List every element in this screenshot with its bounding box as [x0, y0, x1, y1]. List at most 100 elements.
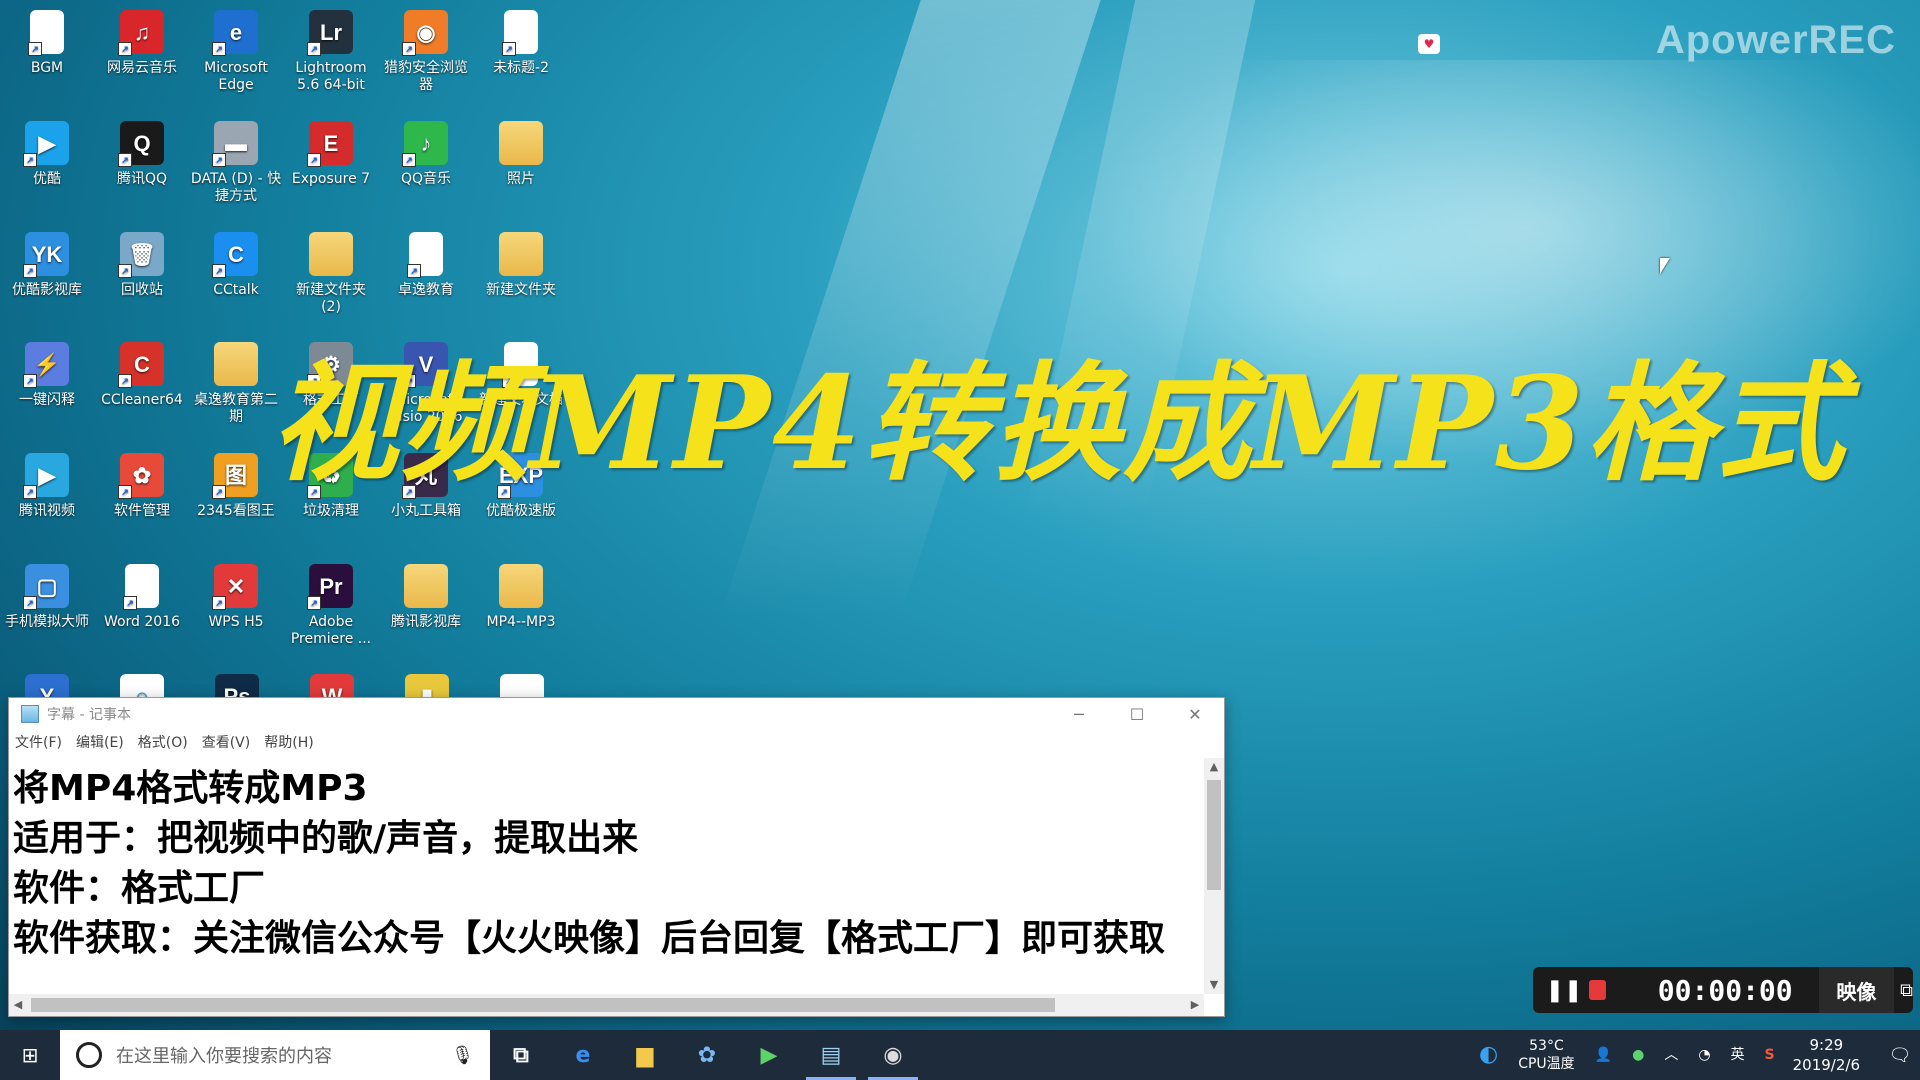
- pause-button[interactable]: ❚❚: [1546, 977, 1583, 1003]
- shortcut-arrow-icon: ↗: [402, 42, 416, 56]
- desktop-icon-label: 桌逸教育第二期: [194, 392, 278, 425]
- desktop-icon[interactable]: Q ↗ 腾讯QQ: [96, 115, 188, 188]
- tencent-video-icon[interactable]: ▶: [738, 1030, 800, 1080]
- app-icon: Lr ↗: [307, 10, 353, 56]
- close-button[interactable]: ✕: [1166, 698, 1224, 730]
- video-title-overlay: 视频MP4转换成MP3格式: [270, 349, 1846, 499]
- edge-taskbar-icon[interactable]: e: [552, 1030, 614, 1080]
- desktop-icon[interactable]: E ↗ Exposure 7: [285, 115, 377, 188]
- file-explorer-icon[interactable]: ▆: [614, 1030, 676, 1080]
- desktop-icon[interactable]: ↗ 未标题-2: [475, 4, 567, 77]
- menu-file[interactable]: 文件(F): [15, 732, 62, 752]
- desktop-icon[interactable]: ♪ ↗ QQ音乐: [380, 115, 472, 188]
- ime-indicator[interactable]: 英: [1731, 1046, 1745, 1064]
- desktop-icon[interactable]: 图 ↗ 2345看图王: [190, 447, 282, 520]
- notification-icon[interactable]: 🗨: [1880, 1045, 1920, 1066]
- desktop-icon[interactable]: ⚡ ↗ 一键闪释: [1, 336, 93, 409]
- notepad-taskbar-icon[interactable]: ▤: [800, 1030, 862, 1080]
- desktop-icon[interactable]: ♫ ↗ 网易云音乐: [96, 4, 188, 77]
- shortcut-arrow-icon: ↗: [23, 153, 37, 167]
- vertical-scrollbar[interactable]: ▲ ▼: [1204, 758, 1224, 994]
- scroll-thumb[interactable]: [1207, 780, 1221, 890]
- desktop-icon-label: WPS H5: [208, 614, 264, 630]
- desktop-icon[interactable]: Lr ↗ Lightroom 5.6 64-bit: [285, 4, 377, 94]
- scroll-left-icon[interactable]: ◀: [9, 994, 27, 1016]
- desktop-icon[interactable]: ↗ 卓逸教育: [380, 226, 472, 299]
- document-icon: ↗: [407, 232, 443, 278]
- desktop-icon-label: 小丸工具箱: [391, 503, 461, 519]
- search-icon: [76, 1042, 102, 1068]
- text-line: 软件：格式工厂: [13, 868, 266, 909]
- shortcut-arrow-icon: ↗: [307, 42, 321, 56]
- desktop-icon[interactable]: ▢ ↗ 手机模拟大师: [1, 558, 93, 631]
- scroll-thumb[interactable]: [31, 998, 1055, 1012]
- maximize-button[interactable]: ☐: [1108, 698, 1166, 730]
- chevron-up-icon[interactable]: ︿: [1664, 1046, 1678, 1064]
- shortcut-arrow-icon: ↗: [118, 485, 132, 499]
- minimize-button[interactable]: ─: [1050, 698, 1108, 730]
- desktop-icon[interactable]: 新建文件夹 (2): [285, 226, 377, 316]
- desktop-icon[interactable]: ✿ ↗ 软件管理: [96, 447, 188, 520]
- desktop-icon[interactable]: 🗑 ↗ 回收站: [96, 226, 188, 299]
- scroll-up-icon[interactable]: ▲: [1204, 758, 1224, 776]
- menu-edit[interactable]: 编辑(E): [76, 732, 124, 752]
- desktop-icon[interactable]: ↗ Word 2016: [96, 558, 188, 631]
- desktop-icon[interactable]: ▬ ↗ DATA (D) - 快捷方式: [190, 115, 282, 205]
- desktop-icon[interactable]: 新建文件夹: [475, 226, 567, 299]
- cpu-temperature[interactable]: 53°C CPU温度: [1518, 1037, 1574, 1073]
- shortcut-arrow-icon: ↗: [212, 485, 226, 499]
- desktop-icon[interactable]: C ↗ CCtalk: [190, 226, 282, 299]
- microphone-icon[interactable]: 🎙: [451, 1045, 474, 1066]
- desktop-icon[interactable]: 照片: [475, 115, 567, 188]
- menu-format[interactable]: 格式(O): [138, 732, 188, 752]
- security-icon[interactable]: ●: [1632, 1046, 1644, 1064]
- scroll-down-icon[interactable]: ▼: [1204, 976, 1224, 994]
- desktop-icon[interactable]: C ↗ CCleaner64: [96, 336, 188, 409]
- desktop-icon[interactable]: 桌逸教育第二期: [190, 336, 282, 426]
- photos-app-icon[interactable]: ✿: [676, 1030, 738, 1080]
- desktop-icon[interactable]: Pr ↗ Adobe Premiere ...: [285, 558, 377, 648]
- mouse-cursor-icon: [1660, 258, 1670, 274]
- menu-help[interactable]: 帮助(H): [264, 732, 313, 752]
- recorder-taskbar-icon[interactable]: ◉: [862, 1030, 924, 1080]
- task-view-button[interactable]: ⧉: [490, 1030, 552, 1080]
- desktop-icon-label: 照片: [507, 171, 535, 187]
- start-button[interactable]: ⊞: [0, 1030, 60, 1080]
- shortcut-arrow-icon: ↗: [23, 264, 37, 278]
- desktop-icon[interactable]: ✕ ↗ WPS H5: [190, 558, 282, 631]
- app-icon: ▶ ↗: [23, 121, 69, 167]
- document-icon: ↗: [123, 564, 159, 610]
- app-icon: ▶ ↗: [23, 453, 69, 499]
- desktop-icon[interactable]: ↗ BGM: [1, 4, 93, 77]
- shortcut-arrow-icon: ↗: [212, 264, 226, 278]
- clock[interactable]: 9:29 2019/2/6: [1793, 1035, 1860, 1075]
- desktop-icon[interactable]: ▶ ↗ 腾讯视频: [1, 447, 93, 520]
- expand-icon[interactable]: ⧉: [1900, 980, 1913, 1001]
- tray-app-icon[interactable]: ◐: [1479, 1044, 1498, 1066]
- text-area[interactable]: 将MP4格式转成MP3 适用于：把视频中的歌/声音，提取出来 软件：格式工厂 软…: [9, 758, 1204, 994]
- text-line: 将MP4格式转成MP3: [13, 768, 368, 809]
- sogou-input-icon[interactable]: S: [1765, 1046, 1775, 1064]
- network-icon[interactable]: ◔: [1698, 1046, 1710, 1064]
- scroll-right-icon[interactable]: ▶: [1186, 994, 1204, 1016]
- desktop-icon-label: 垃圾清理: [303, 503, 359, 519]
- stop-button[interactable]: [1589, 980, 1606, 1000]
- horizontal-scrollbar[interactable]: ◀ ▶: [9, 994, 1204, 1016]
- desktop-icon[interactable]: ▶ ↗ 优酷: [1, 115, 93, 188]
- desktop-icon[interactable]: 腾讯影视库: [380, 558, 472, 631]
- notepad-window[interactable]: 字幕 - 记事本 ─ ☐ ✕ 文件(F) 编辑(E) 格式(O) 查看(V) 帮…: [8, 697, 1225, 1017]
- desktop-icon-label: 腾讯视频: [19, 503, 75, 519]
- app-icon: C ↗: [118, 342, 164, 388]
- desktop-icon[interactable]: ◉ ↗ 猎豹安全浏览器: [380, 4, 472, 94]
- recording-timer: 00:00:00: [1657, 973, 1793, 1007]
- desktop-icon[interactable]: e ↗ Microsoft Edge: [190, 4, 282, 94]
- notepad-titlebar[interactable]: 字幕 - 记事本 ─ ☐ ✕: [9, 698, 1224, 730]
- desktop-icon[interactable]: YK ↗ 优酷影视库: [1, 226, 93, 299]
- desktop-icon-label: Microsoft Edge: [204, 60, 268, 93]
- desktop-icon-label: Word 2016: [103, 614, 181, 630]
- people-icon[interactable]: 👤: [1595, 1046, 1612, 1064]
- menu-view[interactable]: 查看(V): [202, 732, 251, 752]
- search-box[interactable]: 在这里输入你要搜索的内容 🎙: [60, 1030, 490, 1080]
- app-icon: 图 ↗: [212, 453, 258, 499]
- desktop-icon[interactable]: MP4--MP3: [475, 558, 567, 631]
